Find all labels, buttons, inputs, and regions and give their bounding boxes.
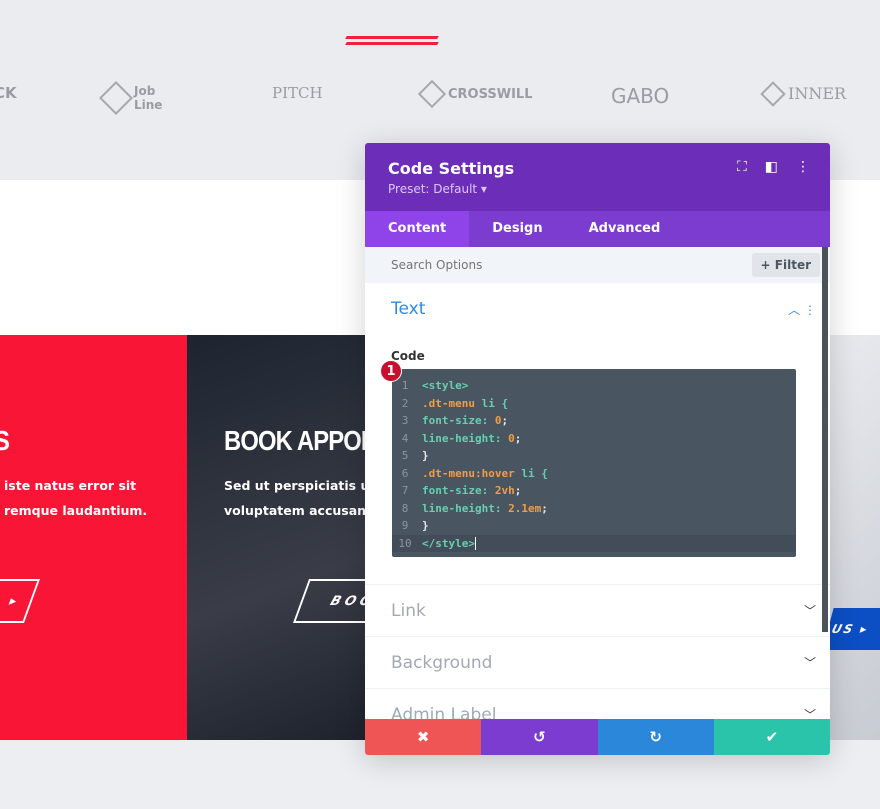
- check-icon: ✔: [765, 728, 779, 746]
- line-number: 6: [401, 466, 409, 480]
- code-token: ;: [514, 484, 522, 497]
- text-cursor: [474, 536, 476, 550]
- tab-content[interactable]: Content: [365, 211, 470, 247]
- line-number: 5: [401, 449, 409, 462]
- code-token: 2vh: [488, 484, 515, 497]
- code-token: line-height:: [422, 501, 502, 515]
- logo: Job Line: [99, 81, 164, 115]
- fullscreen-icon[interactable]: ⛶: [737, 159, 747, 175]
- code-token: }: [422, 519, 429, 532]
- code-token: 2.1em: [501, 501, 542, 515]
- code-token: li {: [514, 466, 548, 480]
- chevron-down-icon[interactable]: ﹀: [804, 654, 816, 671]
- undo-button[interactable]: ↺: [481, 719, 598, 755]
- code-line: 4 line-height: 0;: [392, 430, 796, 448]
- undo-icon: ↺: [533, 728, 546, 746]
- modal-footer: ✖ ↺ ↻ ✔: [365, 719, 830, 755]
- contact-button[interactable]: US ▸: [822, 608, 880, 650]
- code-token: 0: [488, 414, 502, 427]
- code-token: ;: [514, 431, 522, 445]
- chevron-up-icon[interactable]: ︿ ⋮: [788, 301, 816, 318]
- filter-button[interactable]: + Filter: [751, 253, 820, 277]
- card-text: Sed ut perspiciatis unde voluptatem accus…: [224, 478, 387, 518]
- modal-header: Code Settings Preset: Default ▾ ⛶ ◧ ⋮: [365, 143, 830, 211]
- logo: GABO: [611, 84, 670, 108]
- code-token: .dt-menu: [422, 466, 475, 480]
- line-number: 8: [401, 501, 409, 515]
- red-card: S iste natus error sitremque laudantium.…: [0, 335, 187, 740]
- code-token: li {: [474, 396, 509, 410]
- tab-design[interactable]: Design: [469, 211, 565, 247]
- logo-icon: [760, 80, 786, 107]
- code-token: 0: [501, 431, 515, 445]
- code-settings-modal: Code Settings Preset: Default ▾ ⛶ ◧ ⋮ Co…: [365, 143, 830, 755]
- code-line: 6 .dt-menu:hover li {: [392, 465, 796, 483]
- logo-icon: [99, 81, 133, 115]
- more-options-icon[interactable]: ⋮: [796, 159, 810, 175]
- dark-card: BOOK APPOI Sed ut perspiciatis unde volup…: [187, 335, 387, 740]
- card-heading: S: [0, 425, 10, 457]
- chevron-down-icon[interactable]: ﹀: [804, 602, 816, 619]
- card-heading: BOOK APPOI: [224, 425, 368, 456]
- sidebar-layout-icon[interactable]: ◧: [765, 159, 778, 175]
- code-token: }: [422, 449, 429, 462]
- preset-dropdown[interactable]: Preset: Default ▾: [388, 182, 807, 196]
- step-badge: 1: [380, 360, 402, 382]
- divider-line: [345, 42, 439, 45]
- code-token: font-size:: [422, 414, 489, 427]
- code-token: </style>: [422, 536, 475, 550]
- logo: PITCH: [272, 84, 323, 102]
- code-line: 5}: [392, 447, 796, 465]
- card-button[interactable]: ▸: [0, 579, 41, 623]
- code-token: line-height:: [422, 431, 502, 445]
- search-input[interactable]: [391, 258, 541, 272]
- line-number: 9: [401, 519, 409, 532]
- section-text-header[interactable]: Text ︿ ⋮: [365, 283, 830, 335]
- logo: CROSSWILL: [417, 79, 533, 109]
- code-token: <style>: [422, 379, 469, 392]
- code-token: ;: [541, 501, 548, 515]
- code-line: 2 .dt-menu li {: [392, 395, 796, 413]
- section-background[interactable]: Background ﹀: [365, 637, 830, 689]
- redo-icon: ↻: [649, 728, 662, 746]
- code-token: ;: [501, 414, 509, 427]
- line-number: 4: [401, 431, 409, 445]
- code-label: Code: [391, 349, 425, 363]
- redo-button[interactable]: ↻: [597, 719, 714, 755]
- code-line: 9}: [392, 517, 796, 535]
- card-text: iste natus error sit remque laudantium.: [4, 478, 148, 518]
- logo-icon: [417, 79, 447, 109]
- tab-advanced[interactable]: Advanced: [566, 211, 684, 247]
- code-line: 10 </style>: [392, 534, 796, 552]
- code-line: 7 font-size: 2vh;: [392, 482, 796, 500]
- logo: INNER: [760, 80, 846, 107]
- code-token: .dt-menu: [422, 396, 475, 410]
- section-link[interactable]: Link ﹀: [365, 585, 830, 637]
- code-line: 3 font-size: 0;: [392, 412, 796, 430]
- scrollbar[interactable]: [822, 247, 828, 632]
- line-number: 2: [401, 396, 409, 410]
- divider-line: [345, 36, 439, 39]
- cancel-button[interactable]: ✖: [365, 719, 482, 755]
- line-number: 10: [398, 536, 412, 550]
- code-line: 8 line-height: 2.1em;: [392, 500, 796, 518]
- save-button[interactable]: ✔: [713, 719, 830, 755]
- line-number: 3: [401, 414, 409, 427]
- tab-bar: Content Design Advanced: [365, 211, 830, 247]
- search-bar: + Filter: [365, 247, 830, 283]
- code-token: :hover: [474, 466, 515, 480]
- close-icon: ✖: [416, 728, 430, 746]
- logo: CK: [0, 84, 17, 102]
- line-number: 7: [401, 484, 409, 497]
- code-editor[interactable]: 1 <style> 2 .dt-menu li { 3 font-size: 0; 4 lin…: [392, 369, 796, 557]
- code-line: 1 <style>: [392, 377, 796, 395]
- code-token: font-size:: [422, 484, 489, 497]
